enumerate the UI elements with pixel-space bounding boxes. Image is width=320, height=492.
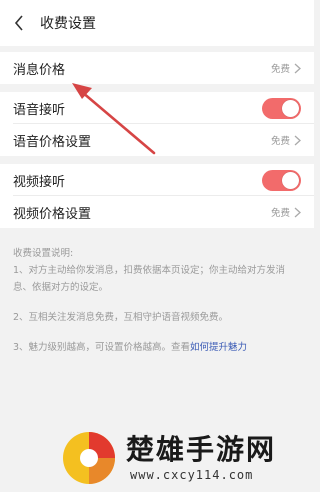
message-price-row[interactable]: 消息价格 免费 [0, 52, 314, 84]
message-price-value: 免费 [270, 64, 290, 75]
fee-notes: 收费设置说明: 1、对方主动给你发消息，扣费依据本页设定；你主动给对方发消息、依… [13, 245, 303, 356]
top-bar: 收费设置 [0, 0, 314, 46]
notes-item-2: 2、互相关注发消息免费，互相守护语音视频免费。 [13, 312, 229, 323]
watermark-name: 楚雄手游网 [126, 433, 277, 466]
notes-item-3-text: 3、魅力级别越高，可设置价格越高。查看 [13, 342, 191, 353]
video-price-label: 视频价格设置 [13, 206, 92, 222]
site-watermark: 楚雄手游网 www.cxcy114.com [60, 427, 310, 489]
watermark-logo-icon [63, 432, 115, 484]
video-answer-row: 视频接听 [0, 164, 314, 196]
message-price-label: 消息价格 [13, 62, 66, 78]
chevron-right-icon [294, 134, 302, 146]
message-price-section: 消息价格 免费 [0, 52, 314, 84]
voice-answer-label: 语音接听 [13, 102, 66, 118]
video-price-row[interactable]: 视频价格设置 免费 [0, 196, 314, 228]
notes-heading: 收费设置说明: [13, 248, 74, 259]
voice-section: 语音接听 语音价格设置 免费 [0, 92, 314, 156]
watermark-url: www.cxcy114.com [130, 468, 254, 482]
voice-price-value: 免费 [270, 136, 290, 147]
voice-answer-row: 语音接听 [0, 92, 314, 124]
voice-price-row[interactable]: 语音价格设置 免费 [0, 124, 314, 156]
notes-item-1: 1、对方主动给你发消息，扣费依据本页设定；你主动给对方发消息、依据对方的设定。 [13, 265, 286, 293]
voice-price-label: 语音价格设置 [13, 134, 92, 150]
video-answer-toggle[interactable] [262, 169, 301, 191]
video-section: 视频接听 视频价格设置 免费 [0, 164, 314, 228]
chevron-right-icon [294, 206, 302, 218]
toggle-knob [282, 171, 299, 189]
voice-answer-toggle[interactable] [262, 97, 301, 119]
charm-link[interactable]: 如何提升魅力 [190, 342, 247, 353]
notes-item-3: 3、魅力级别越高，可设置价格越高。查看如何提升魅力 [13, 339, 303, 356]
video-answer-label: 视频接听 [13, 174, 66, 190]
page-title: 收费设置 [40, 16, 96, 32]
toggle-knob [282, 99, 299, 117]
chevron-right-icon [294, 62, 302, 74]
chevron-left-icon[interactable] [4, 0, 34, 46]
video-price-value: 免费 [270, 208, 290, 219]
